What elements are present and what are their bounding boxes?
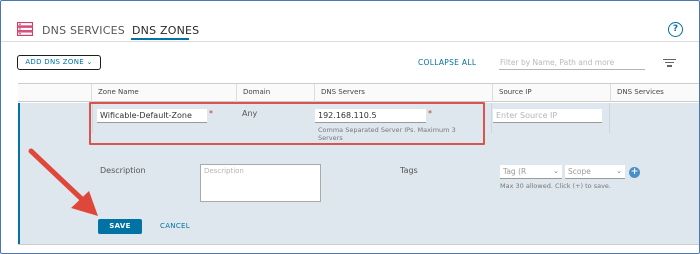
column-divider	[491, 103, 492, 133]
save-button[interactable]: SAVE	[98, 219, 142, 234]
tags-hint: Max 30 allowed. Click (+) to save.	[500, 182, 611, 190]
column-divider	[609, 103, 610, 133]
add-dns-zone-button[interactable]: ADD DNS ZONE ⌄	[17, 55, 101, 70]
filter-icon[interactable]	[663, 59, 676, 68]
add-dns-zone-label: ADD DNS ZONE	[25, 58, 84, 66]
help-icon[interactable]: ?	[668, 22, 683, 37]
chevron-down-icon: ⌄	[616, 167, 622, 175]
chevron-down-icon: ⌄	[553, 167, 559, 175]
add-tag-icon[interactable]: +	[629, 167, 640, 178]
source-ip-input[interactable]: Enter Source IP	[493, 109, 602, 123]
collapse-all-link[interactable]: COLLAPSE ALL	[418, 58, 476, 67]
active-tab-indicator	[131, 38, 189, 40]
app-frame: DNS SERVICES DNS ZONES ? ADD DNS ZONE ⌄ …	[0, 0, 700, 254]
filter-input[interactable]: Filter by Name, Path and more	[499, 56, 645, 70]
column-header-dns-services[interactable]: DNS Services	[610, 84, 699, 102]
tags-label: Tags	[400, 166, 418, 175]
tab-dns-zones[interactable]: DNS ZONES	[132, 24, 199, 37]
table-header: Zone Name Domain DNS Servers Source IP D…	[18, 84, 699, 102]
annotation-highlight-box	[89, 102, 485, 145]
scope-select-value: Scope	[568, 167, 591, 176]
cancel-button[interactable]: CANCEL	[160, 222, 190, 230]
column-header-dns-servers[interactable]: DNS Servers	[314, 84, 492, 102]
dns-services-icon	[16, 21, 34, 36]
tab-dns-services[interactable]: DNS SERVICES	[42, 24, 125, 37]
tag-select[interactable]: Tag (R ⌄	[500, 165, 562, 179]
top-bar: DNS SERVICES DNS ZONES ?	[1, 1, 699, 43]
scope-select[interactable]: Scope ⌄	[565, 165, 625, 179]
column-header-domain[interactable]: Domain	[236, 84, 314, 102]
chevron-down-icon: ⌄	[86, 58, 93, 66]
table-row	[18, 244, 699, 253]
tag-select-value: Tag (R	[503, 167, 527, 176]
description-textarea[interactable]: Description	[200, 164, 321, 202]
description-label: Description	[100, 166, 146, 175]
column-header-source-ip[interactable]: Source IP	[492, 84, 610, 102]
header-divider	[1, 41, 699, 42]
column-header-zone-name[interactable]: Zone Name	[91, 84, 236, 102]
